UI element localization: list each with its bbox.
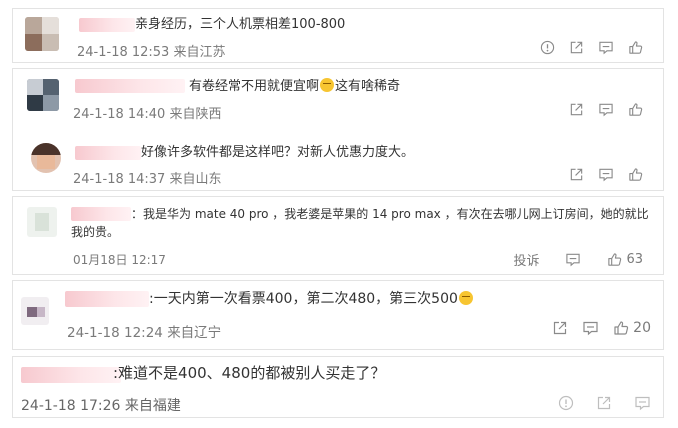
comment-card: :一天内第一次看票400，第二次480，第三次500 24-1-18 12:24… [12,280,664,350]
comment-meta: 24-1-18 14:37 来自山东 [73,168,222,187]
comment-time: 24-1-18 17:26 [21,398,121,414]
username-blurred[interactable] [79,18,135,32]
avatar[interactable] [27,79,59,111]
report-button[interactable]: 投诉 [513,250,539,269]
comment-time: 24-1-18 12:53 [77,45,170,60]
comment-text: :难道不是400、480的都被别人买走了？ [113,364,386,382]
like-button[interactable]: 20 [613,320,651,336]
comment-button[interactable] [582,320,599,336]
comment-text-continued: 我的贵。 [71,225,120,239]
username-blurred[interactable] [71,207,131,221]
comment-card: 亲身经历，三个人机票相差100-800 24-1-18 12:53 来自江苏 [12,8,664,63]
comment-time: 24-1-18 12:24 [67,325,163,341]
share-button[interactable] [569,40,584,55]
comment-text: 亲身经历，三个人机票相差100-800 [135,17,346,32]
like-icon [629,103,643,116]
report-icon [558,395,574,411]
report-icon [540,40,555,55]
username-blurred[interactable] [21,367,121,383]
comment-card: 有卷经常不用就便宜啊 这有啥稀奇 24-1-18 14:40 来自陕西 好像许多软… [12,68,664,191]
username-blurred[interactable] [75,79,185,93]
avatar[interactable] [31,143,61,173]
like-count: 63 [626,252,643,267]
comment-text: 有卷经常不用就便宜啊 这有啥稀奇 [189,78,401,94]
comment-location: 来自山东 [169,172,222,187]
comment-text: ：我是华为 mate 40 pro ，我老婆是苹果的 14 pro max ，有… [131,207,649,221]
comment-meta: 24-1-18 12:24 来自辽宁 [67,321,221,341]
comment-location: 来自陕西 [169,107,222,122]
comment-icon [599,41,613,55]
share-icon [570,41,583,54]
share-button[interactable] [596,395,612,411]
comment-button[interactable] [598,40,614,55]
share-icon [570,168,583,181]
like-icon [614,321,629,335]
comment-icon [635,396,650,411]
comment-actions [569,102,643,117]
share-button[interactable] [552,320,568,336]
report-button[interactable] [558,395,574,411]
comment-card: ：我是华为 mate 40 pro ，我老婆是苹果的 14 pro max ，有… [12,196,664,275]
comment-meta: 24-1-18 12:53 来自江苏 [77,41,226,60]
comment-text: 好像许多软件都是这样吧？对新人优惠力度大。 [141,145,415,160]
comment-location: 来自辽宁 [167,325,222,341]
avatar[interactable] [25,17,59,51]
username-blurred[interactable] [75,146,141,160]
comment-actions: 投诉 63 [513,250,643,269]
emoji-icon [320,78,335,92]
comment-meta: 24-1-18 17:26 来自福建 [21,395,181,415]
share-icon [570,103,583,116]
like-count: 20 [633,320,651,336]
share-button[interactable] [569,167,584,182]
comment-actions: 20 [552,320,651,336]
comment-actions [558,395,651,411]
emoji-icon [458,291,473,305]
like-button[interactable]: 63 [607,252,643,267]
comment-button[interactable] [634,395,651,411]
comment-button[interactable] [565,252,581,267]
like-icon [629,168,643,181]
comment-icon [583,321,598,336]
share-button[interactable] [569,102,584,117]
report-button[interactable] [540,40,555,55]
like-button[interactable] [628,102,643,117]
comment-icon [566,253,581,267]
like-button[interactable] [628,40,643,55]
comment-location: 来自江苏 [173,45,226,60]
like-icon [629,41,643,54]
comment-time: 01月18日 12:17 [73,253,166,267]
like-icon [608,253,622,266]
username-blurred[interactable] [65,291,149,307]
comment-actions [569,167,643,182]
comment-meta: 24-1-18 14:40 来自陕西 [73,103,222,122]
avatar[interactable] [27,207,57,237]
comment-location: 来自福建 [124,398,181,414]
comment-time: 24-1-18 14:37 [73,172,166,187]
share-icon [554,321,567,335]
like-button[interactable] [628,167,643,182]
comment-text: :一天内第一次看票400，第二次480，第三次500 [149,289,474,309]
avatar[interactable] [21,297,49,325]
comment-time: 24-1-18 14:40 [73,107,166,122]
comment-button[interactable] [598,167,614,182]
comment-icon [599,168,613,182]
comment-icon [599,103,613,117]
comment-button[interactable] [598,102,614,117]
share-icon [597,396,611,410]
comment-actions [540,40,643,55]
comment-card: :难道不是400、480的都被别人买走了？ 24-1-18 17:26 来自福建 [12,356,664,418]
